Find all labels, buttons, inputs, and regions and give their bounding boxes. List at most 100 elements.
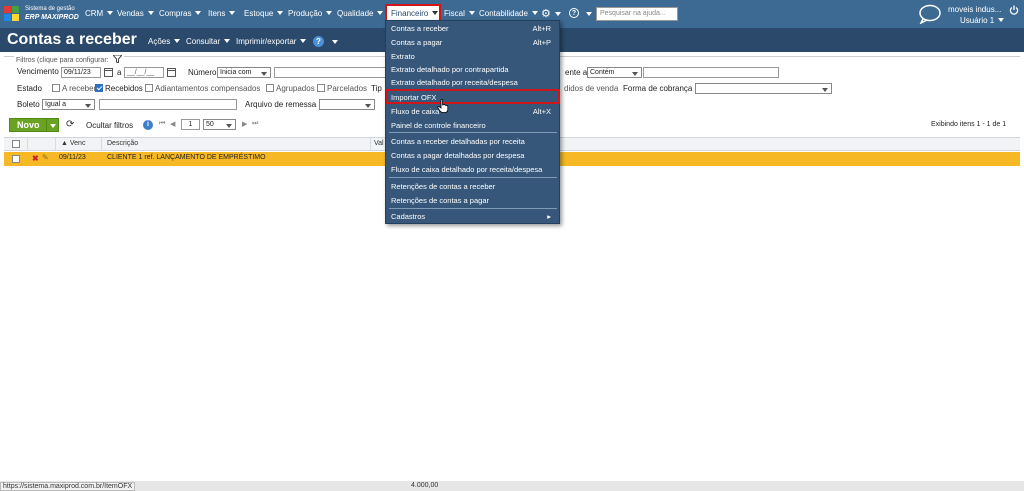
menu-item-retencoes-receber[interactable]: Retenções de contas a receber bbox=[386, 180, 559, 193]
page-help-caret-icon[interactable] bbox=[332, 40, 338, 44]
estado-recebidos-checkbox[interactable] bbox=[95, 84, 103, 92]
column-valor[interactable]: Val bbox=[374, 140, 384, 147]
grid-footer bbox=[0, 481, 1024, 491]
arquivo-remessa-label: Arquivo de remessa bbox=[245, 100, 317, 109]
vencimento-label: Vencimento bbox=[17, 67, 59, 76]
numero-label: Número bbox=[188, 68, 217, 77]
help-caret-icon[interactable] bbox=[586, 12, 592, 16]
exibindo-itens-text: Exibindo itens 1 - 1 de 1 bbox=[931, 121, 1007, 128]
nav-contabilidade[interactable]: Contabilidade bbox=[479, 9, 538, 18]
forma-cobranca-label: Forma de cobrança bbox=[623, 84, 693, 93]
arquivo-remessa-select[interactable] bbox=[319, 99, 375, 110]
select-all-checkbox[interactable] bbox=[12, 140, 20, 148]
vencimento-to-input[interactable]: __/__/__ bbox=[124, 67, 164, 78]
edit-pencil-icon[interactable]: ✎ bbox=[42, 153, 49, 162]
nav-fiscal[interactable]: Fiscal bbox=[444, 9, 475, 18]
page-size-select[interactable]: 50 bbox=[203, 119, 236, 130]
menu-item-fluxo-de-caixa[interactable]: Fluxo de caixa Alt+X bbox=[386, 105, 559, 118]
cliente-operator-select[interactable]: Contém bbox=[587, 67, 642, 78]
page-title: Contas a receber bbox=[7, 31, 137, 48]
forma-cobranca-select[interactable] bbox=[695, 83, 832, 94]
nav-qualidade[interactable]: Qualidade bbox=[337, 9, 384, 18]
nav-itens[interactable]: Itens bbox=[208, 9, 236, 18]
help-icon[interactable]: ? bbox=[569, 8, 579, 18]
nav-compras[interactable]: Compras bbox=[159, 9, 202, 18]
consultar-menu[interactable]: Consultar bbox=[186, 37, 231, 46]
logo-line1: Sistema de gestão bbox=[25, 6, 75, 12]
cliente-label: ente a bbox=[565, 68, 588, 77]
logo-line2: ERP MAXIPROD bbox=[25, 14, 79, 21]
row-venc: 09/11/23 bbox=[59, 154, 86, 161]
row-descricao: CLIENTE 1 ref. LANÇAMENTO DE EMPRÉSTIMO bbox=[107, 154, 266, 161]
column-descricao[interactable]: Descrição bbox=[107, 140, 138, 147]
estado-label: Estado bbox=[17, 84, 42, 93]
nav-estoque[interactable]: Estoque bbox=[244, 9, 284, 18]
novo-button[interactable]: Novo bbox=[9, 118, 59, 132]
vencimento-from-input[interactable]: 09/11/23 bbox=[61, 67, 101, 78]
menu-item-painel-financeiro[interactable]: Painel de controle financeiro bbox=[386, 119, 559, 132]
info-icon[interactable]: i bbox=[143, 120, 153, 130]
calendar-icon[interactable] bbox=[104, 68, 113, 77]
settings-gear-icon[interactable]: ⚙ bbox=[541, 7, 561, 20]
estado-agrupados-checkbox[interactable] bbox=[266, 84, 274, 92]
tipo-label: Tip bbox=[371, 84, 382, 93]
numero-operator-select[interactable]: Inicia com bbox=[217, 67, 271, 78]
column-venc[interactable]: ▲ Venc bbox=[61, 140, 85, 147]
power-icon[interactable] bbox=[1009, 5, 1019, 15]
help-search-input[interactable]: Pesquisar na ajuda... bbox=[596, 7, 678, 21]
menu-item-extrato-contrapartida[interactable]: Extrato detalhado por contrapartida bbox=[386, 63, 559, 76]
last-page-icon[interactable]: ⏭ bbox=[252, 120, 258, 128]
importar-ofx-highlight bbox=[386, 89, 560, 104]
delete-icon[interactable]: ✖ bbox=[32, 154, 39, 163]
nav-crm[interactable]: CRM bbox=[85, 9, 114, 18]
ocultar-filtros-button[interactable]: Ocultar filtros bbox=[86, 121, 133, 130]
logo[interactable]: Sistema de gestão ERP MAXIPROD bbox=[4, 4, 79, 24]
estado-parcelados-checkbox[interactable] bbox=[317, 84, 325, 92]
browser-status-url: https://sistema.maxiprod.com.br/ItemOFX bbox=[0, 482, 136, 491]
menu-item-fluxo-detalhado[interactable]: Fluxo de caixa detalhado por receita/des… bbox=[386, 163, 559, 176]
financeiro-dropdown-menu: Contas a receber Alt+R Contas a pagar Alt+… bbox=[385, 20, 560, 224]
hand-cursor-icon bbox=[437, 99, 449, 113]
boleto-operator-select[interactable]: Igual a bbox=[42, 99, 95, 110]
estado-adiantamentos-label: Adiantamentos compensados bbox=[155, 84, 261, 93]
filter-funnel-icon[interactable] bbox=[111, 54, 123, 64]
estado-adiantamentos-checkbox[interactable] bbox=[145, 84, 153, 92]
calendar-icon[interactable] bbox=[167, 68, 176, 77]
vencimento-sep: a bbox=[117, 68, 122, 77]
company-name[interactable]: moveis indus... bbox=[948, 5, 1001, 14]
prev-page-icon[interactable]: ◀ bbox=[170, 120, 175, 128]
refresh-icon[interactable]: ⟳ bbox=[66, 119, 74, 130]
user-menu[interactable]: Usuário 1 bbox=[960, 16, 1005, 25]
logo-mark-icon bbox=[4, 6, 20, 22]
menu-item-contas-a-pagar[interactable]: Contas a pagar Alt+P bbox=[386, 36, 559, 49]
estado-parcelados-label: Parcelados bbox=[327, 84, 368, 93]
estado-a-receber-label: A receber bbox=[62, 84, 97, 93]
nav-vendas[interactable]: Vendas bbox=[117, 9, 154, 18]
nav-producao[interactable]: Produção bbox=[288, 9, 333, 18]
pedidos-label: didos de venda bbox=[564, 84, 619, 93]
grid-total: 4.000,00 bbox=[411, 482, 439, 489]
menu-item-pagar-por-despesa[interactable]: Contas a pagar detalhadas por despesa bbox=[386, 149, 559, 162]
menu-item-cadastros[interactable]: Cadastros ▸ bbox=[386, 210, 559, 223]
menu-item-retencoes-pagar[interactable]: Retenções de contas a pagar bbox=[386, 194, 559, 207]
acoes-menu[interactable]: Ações bbox=[148, 37, 181, 46]
filters-legend[interactable]: Filtros (clique para configurar: bbox=[14, 54, 124, 64]
boleto-input[interactable] bbox=[99, 99, 237, 110]
estado-recebidos-label: Recebidos bbox=[105, 84, 143, 93]
menu-item-extrato[interactable]: Extrato bbox=[386, 50, 559, 63]
page-number-input[interactable]: 1 bbox=[181, 119, 200, 130]
menu-item-receber-por-receita[interactable]: Contas a receber detalhadas por receita bbox=[386, 135, 559, 148]
next-page-icon[interactable]: ▶ bbox=[242, 120, 247, 128]
boleto-label: Boleto bbox=[17, 100, 40, 109]
first-page-icon[interactable]: ⏮ bbox=[159, 120, 165, 128]
row-checkbox[interactable] bbox=[12, 155, 20, 163]
numero-input[interactable] bbox=[274, 67, 386, 78]
estado-agrupados-label: Agrupados bbox=[276, 84, 315, 93]
estado-a-receber-checkbox[interactable] bbox=[52, 84, 60, 92]
menu-item-extrato-receita-despesa[interactable]: Extrato detalhado por receita/despesa bbox=[386, 76, 559, 89]
menu-item-contas-a-receber[interactable]: Contas a receber Alt+R bbox=[386, 22, 559, 35]
cliente-input[interactable] bbox=[643, 67, 779, 78]
imprimir-exportar-menu[interactable]: Imprimir/exportar bbox=[236, 37, 307, 46]
chat-icon[interactable] bbox=[918, 4, 942, 24]
page-help-icon[interactable]: ? bbox=[313, 36, 324, 47]
